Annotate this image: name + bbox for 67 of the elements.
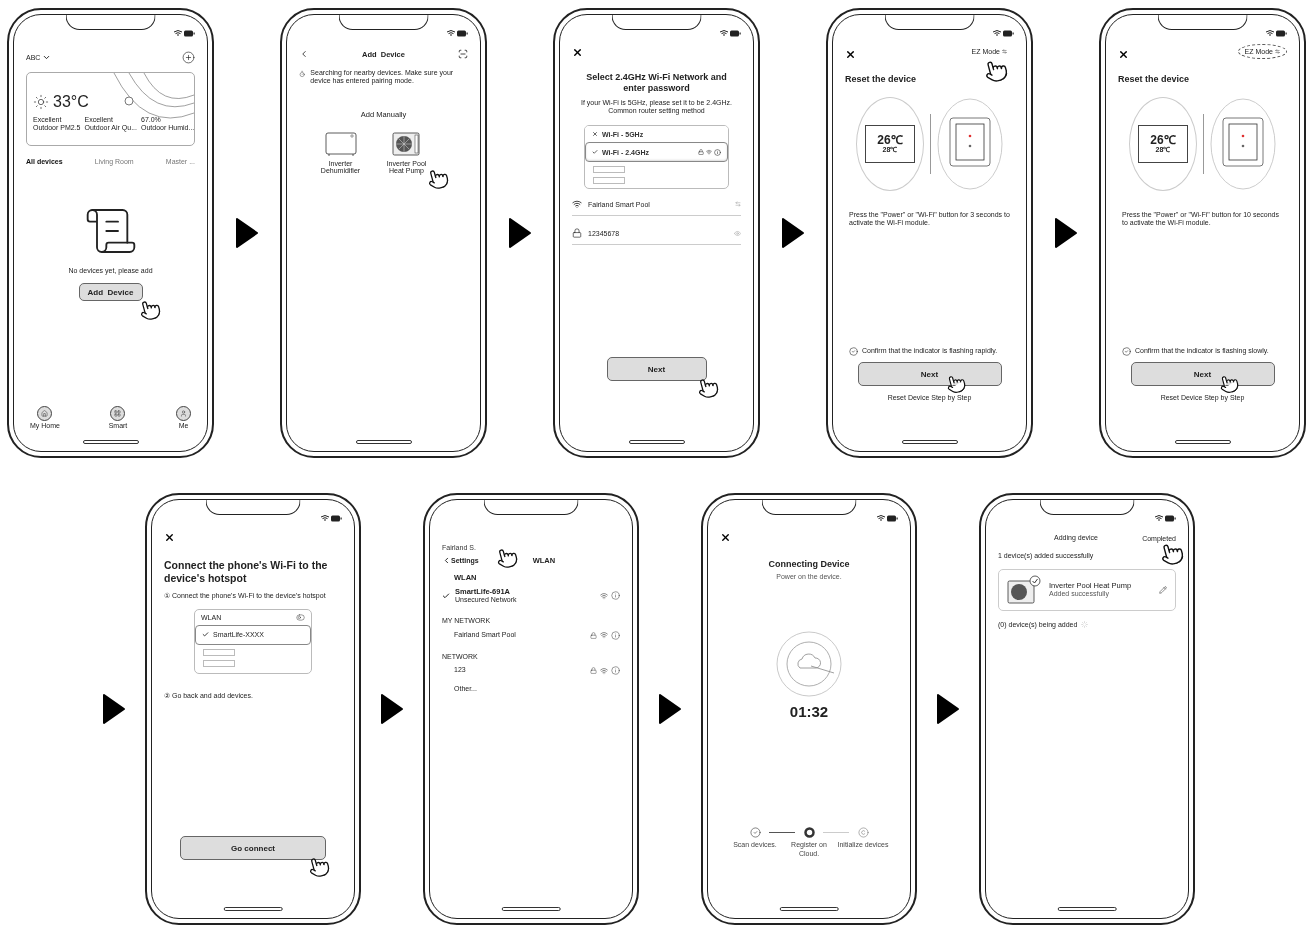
swap-icon: [1002, 49, 1007, 54]
add-icon[interactable]: [182, 51, 195, 64]
chevron-down-icon: [42, 53, 52, 62]
close-button[interactable]: [1118, 49, 1129, 60]
chevron-left-icon: [442, 556, 451, 565]
close-button[interactable]: [572, 47, 583, 58]
sun-icon: [33, 94, 49, 110]
confirm-checkbox[interactable]: [849, 347, 858, 356]
close-button[interactable]: [164, 532, 175, 543]
next-button[interactable]: Next: [857, 362, 1002, 386]
next-button[interactable]: Next: [1130, 362, 1275, 386]
wifi-icon: [600, 666, 608, 675]
lock-icon: [572, 228, 582, 239]
close-button[interactable]: [720, 532, 731, 543]
screen-title: Connect the phone's Wi-Fi to the device's hotspot: [164, 559, 329, 585]
screen-title: Select 2.4GHz Wi-Fi Network and enter password: [585, 72, 728, 94]
heat-pump-drawing: [1007, 574, 1041, 605]
home-indicator: [628, 440, 685, 444]
next-step-arrow: [658, 693, 682, 725]
screen-title: Reset the device: [1118, 74, 1191, 85]
loading-icon: [1081, 621, 1089, 629]
radar-cloud-drawing: [776, 631, 842, 698]
next-step-arrow: [380, 693, 404, 725]
add-device-button[interactable]: Add Device: [78, 283, 143, 302]
home-indicator: [82, 440, 139, 444]
next-button[interactable]: Next: [606, 357, 707, 381]
next-step-arrow: [508, 217, 532, 249]
wifi-icon: [600, 591, 608, 600]
screen-title: Connecting Device: [767, 559, 851, 570]
back-icon[interactable]: [299, 49, 309, 59]
edit-icon[interactable]: [1159, 585, 1167, 594]
dehumidifier-drawing: [324, 130, 357, 157]
go-connect-button[interactable]: Go connect: [180, 836, 326, 860]
scan-icon[interactable]: [458, 49, 468, 59]
check-icon: [442, 591, 450, 600]
wifi-icon: [572, 199, 582, 210]
timer-icon: [299, 69, 306, 79]
check-icon: [592, 149, 598, 156]
home-indicator: [355, 440, 412, 444]
next-step-arrow: [781, 217, 805, 249]
confirm-checkbox[interactable]: [1122, 347, 1131, 356]
temperature: 33°C: [53, 93, 89, 111]
next-step-arrow: [936, 693, 960, 725]
nav-icon: [176, 406, 191, 421]
wifi-icon: [600, 631, 608, 640]
info-icon[interactable]: [611, 666, 620, 676]
home-indicator: [1174, 440, 1231, 444]
nav-icon: [110, 406, 126, 421]
info-icon[interactable]: [611, 591, 620, 601]
info-icon: [714, 148, 721, 156]
countdown-timer: 01:32: [789, 703, 829, 722]
screen-title: Reset the device: [845, 74, 918, 85]
home-indicator: [501, 907, 561, 911]
home-indicator: [1057, 907, 1117, 911]
swap-icon: [1275, 49, 1280, 54]
home-indicator: [901, 440, 958, 444]
heat-pump-drawing: [391, 130, 422, 157]
info-icon[interactable]: [611, 630, 620, 640]
cross-icon: [592, 131, 598, 138]
nav-icon: [37, 406, 53, 421]
home-indicator: [779, 907, 839, 911]
next-step-arrow: [1054, 217, 1078, 249]
next-step-arrow: [235, 217, 259, 249]
home-indicator: [223, 907, 283, 911]
close-button[interactable]: [845, 49, 856, 60]
lock-icon: [698, 149, 704, 156]
wifi-icon: [706, 149, 712, 156]
